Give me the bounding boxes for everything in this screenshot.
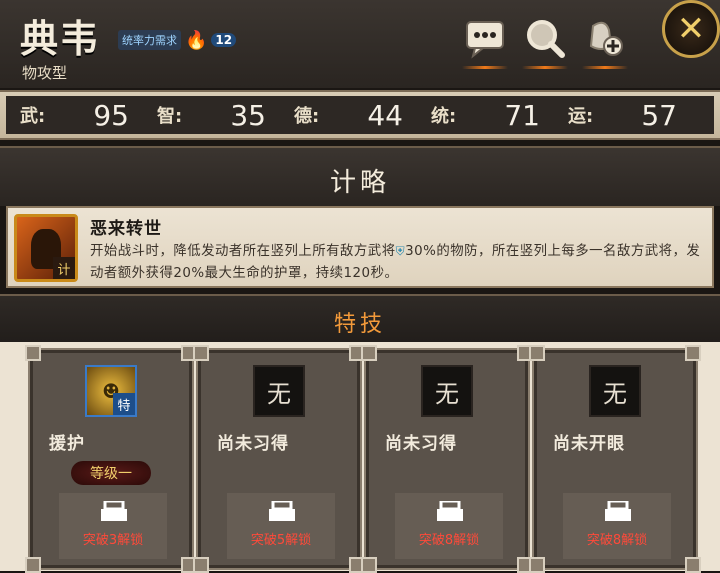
specialty-name: 尚未习得	[385, 434, 457, 454]
rank-badge: 统率力需求 🔥 12	[118, 26, 237, 54]
add-item-button-underline	[582, 66, 628, 69]
specialty-slot[interactable]: ☻ 特	[85, 365, 137, 417]
stats-bar: 武: 95 智: 35 德: 44 统: 71 运: 57	[0, 90, 720, 140]
rank-requirement-label: 统率力需求	[118, 30, 181, 50]
strategy-title: 计略	[329, 168, 390, 198]
chat-button-underline	[462, 66, 508, 69]
specialty-name: 尚未开眼	[553, 434, 625, 454]
stat-intelligence: 智: 35	[143, 96, 280, 134]
lock-icon	[605, 501, 631, 521]
shield-icon: ⛨	[395, 244, 406, 258]
unlock-requirement: 突破8解锁	[586, 533, 648, 548]
specialty-card[interactable]: 无 尚未习得 突破5解锁	[193, 345, 365, 573]
unlock-panel: 突破3解锁	[59, 493, 167, 559]
chat-button[interactable]	[460, 16, 510, 70]
stat-virtue: 德: 44	[280, 96, 417, 134]
unlock-panel: 突破8解锁	[563, 493, 671, 559]
specialty-name: 援护	[49, 434, 85, 454]
stat-value: 35	[230, 98, 266, 132]
hero-name: 典韦	[20, 16, 101, 61]
unlock-panel: 突破5解锁	[227, 493, 335, 559]
unlock-requirement: 突破3解锁	[82, 533, 144, 548]
stat-value: 44	[367, 98, 403, 132]
add-item-icon	[589, 21, 623, 56]
close-icon: ✕	[676, 9, 706, 49]
stat-value: 57	[641, 98, 677, 132]
stat-command: 统: 71	[417, 96, 554, 134]
stat-value: 95	[93, 98, 129, 132]
hero-header: 典韦 物攻型 统率力需求 🔥 12 ✕	[0, 0, 720, 90]
card-corner	[361, 345, 377, 361]
chat-icon	[466, 21, 504, 59]
unlock-panel: 突破8解锁	[395, 493, 503, 559]
lock-icon	[101, 501, 127, 521]
specialty-slot[interactable]: 无	[253, 365, 305, 417]
specialty-card[interactable]: 无 尚未开眼 突破8解锁	[529, 345, 701, 573]
hero-type: 物攻型	[22, 64, 68, 82]
specialty-slot[interactable]: 无	[589, 365, 641, 417]
card-corner	[529, 345, 545, 361]
card-corner	[25, 345, 41, 361]
specialty-card[interactable]: 无 尚未习得 突破8解锁	[361, 345, 533, 573]
specialty-level-badge: 等级一	[71, 461, 151, 485]
specialty-area: ☻ 特 援护 等级一 突破3解锁 无 尚未习得 突破5解锁 无 尚未习得 突破8…	[0, 342, 720, 573]
close-button[interactable]: ✕	[662, 0, 720, 58]
search-button-underline	[522, 66, 568, 69]
strategy-title-bar: 计略	[0, 146, 720, 206]
search-icon	[527, 20, 565, 58]
lock-icon	[269, 501, 295, 521]
add-item-button[interactable]	[580, 16, 630, 70]
stat-label: 德:	[294, 106, 320, 127]
search-button[interactable]	[520, 16, 570, 70]
stat-force: 武: 95	[6, 96, 143, 134]
rank-level: 12	[211, 33, 237, 47]
skill-icon[interactable]: 计	[14, 214, 78, 282]
skill-name: 恶来转世	[90, 219, 162, 239]
stats-inner: 武: 95 智: 35 德: 44 统: 71 运: 57	[6, 96, 714, 134]
specialty-title: 特技	[333, 312, 386, 337]
stat-label: 统:	[431, 106, 457, 127]
stat-label: 武:	[20, 106, 46, 127]
lock-icon	[437, 501, 463, 521]
card-corner	[193, 345, 209, 361]
skill-description: 开始战斗时，降低发动者所在竖列上所有敌方武将⛨30%的物防，所在竖列上每多一名敌…	[90, 240, 710, 285]
specialty-card[interactable]: ☻ 特 援护 等级一 突破3解锁	[25, 345, 197, 573]
unlock-requirement: 突破8解锁	[418, 533, 480, 548]
flame-icon: 🔥	[185, 29, 208, 51]
specialty-title-bar: 特技	[0, 294, 720, 342]
stat-value: 71	[504, 98, 540, 132]
unlock-requirement: 突破5解锁	[250, 533, 312, 548]
skill-tag: 计	[53, 257, 75, 279]
specialty-slot[interactable]: 无	[421, 365, 473, 417]
stat-label: 运:	[568, 106, 594, 127]
strategy-panel: 计 恶来转世 开始战斗时，降低发动者所在竖列上所有敌方武将⛨30%的物防，所在竖…	[6, 206, 714, 288]
card-corner	[685, 345, 701, 361]
specialty-tag: 特	[113, 393, 135, 415]
skill-description-part1: 开始战斗时，降低发动者所在竖列上所有敌方武将	[90, 244, 396, 259]
stat-label: 智:	[157, 106, 183, 127]
stat-luck: 运: 57	[554, 96, 691, 134]
specialty-name: 尚未习得	[217, 434, 289, 454]
